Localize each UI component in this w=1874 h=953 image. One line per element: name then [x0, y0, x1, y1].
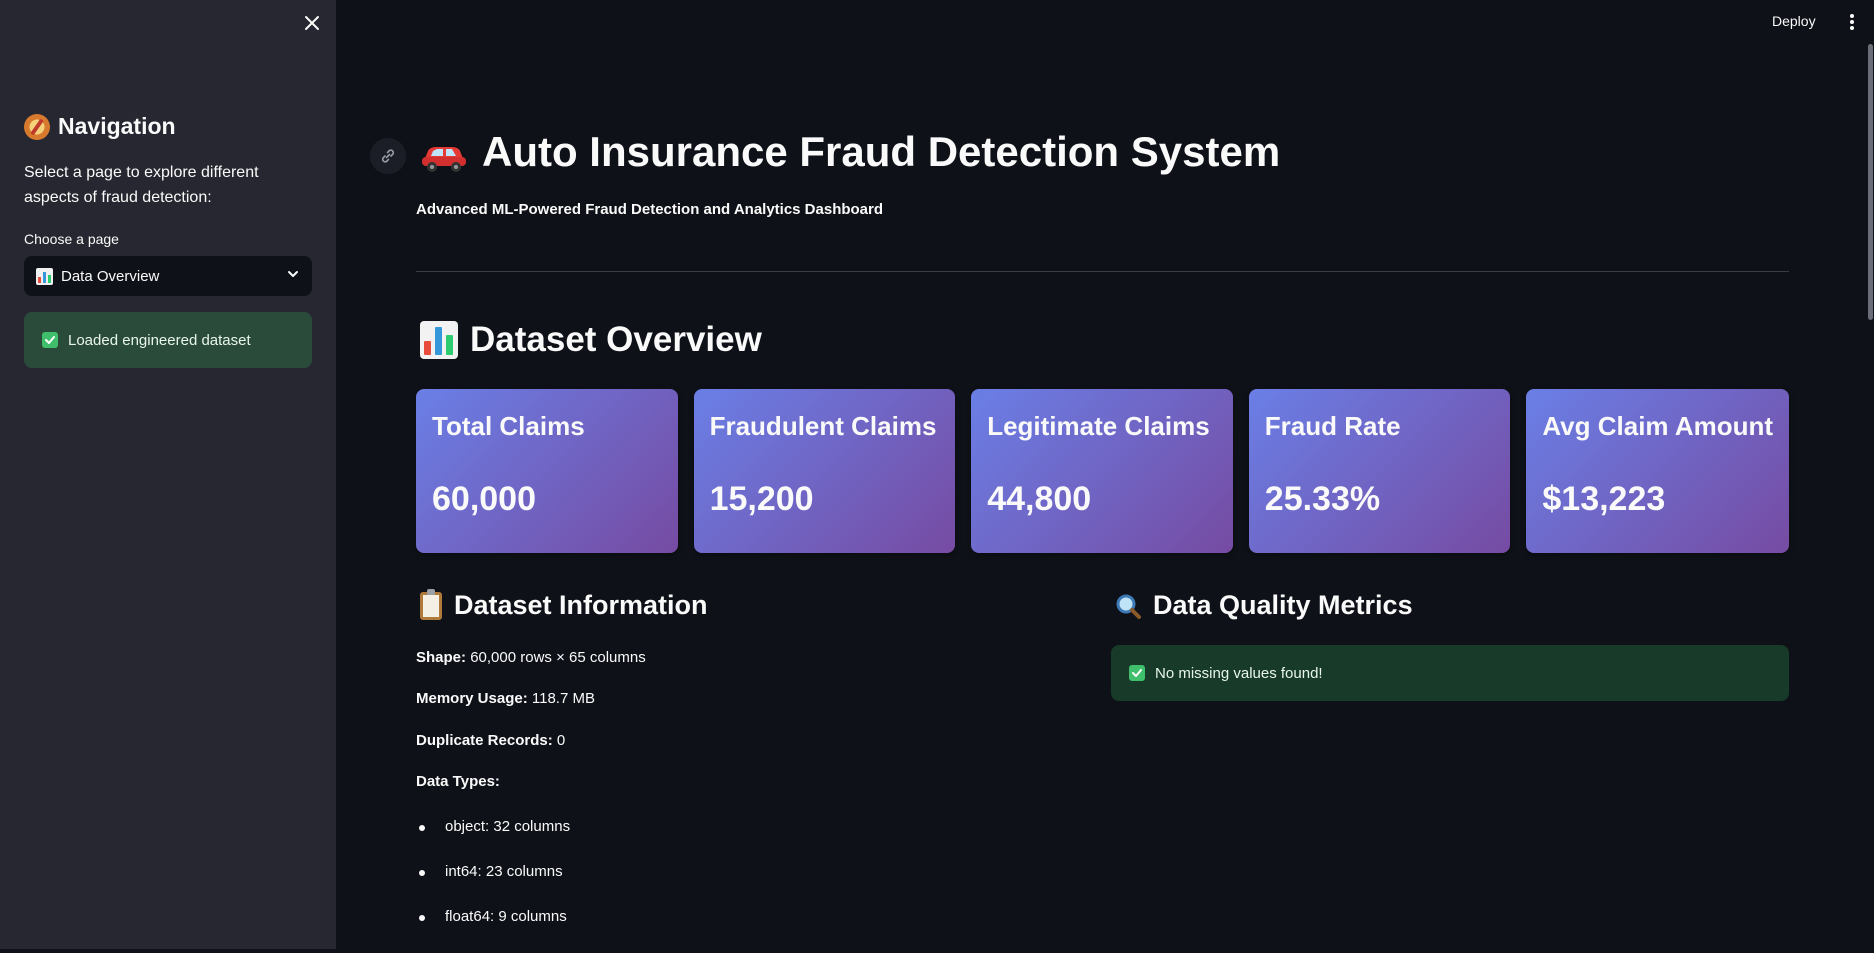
magnifier-icon — [1115, 593, 1141, 619]
bar-chart-icon — [420, 321, 458, 359]
check-icon — [42, 332, 58, 348]
metric-value: $13,223 — [1542, 480, 1666, 518]
types-list: object: 32 columns int64: 23 columns flo… — [416, 818, 570, 953]
list-item: float64: 9 columns — [416, 908, 570, 953]
no-missing-values-text: No missing values found! — [1155, 664, 1323, 682]
chevron-down-icon — [286, 267, 300, 285]
duplicates-line: Duplicate Records: 0 — [416, 732, 565, 749]
metric-value: 15,200 — [709, 480, 814, 518]
car-icon — [420, 135, 468, 172]
deploy-button[interactable]: Deploy — [1772, 13, 1816, 29]
anchor-link-button[interactable] — [370, 138, 406, 174]
page-select[interactable]: Data Overview — [24, 256, 312, 296]
divider — [416, 271, 1789, 272]
duplicates-value: 0 — [556, 732, 566, 749]
dataset-info-heading: Dataset Information — [420, 588, 1096, 621]
memory-label: Memory Usage: — [416, 690, 528, 707]
types-line: Data Types: — [416, 773, 500, 790]
metric-value: 25.33% — [1264, 480, 1381, 518]
metric-value: 44,800 — [987, 480, 1092, 518]
dataset-info-heading-text: Dataset Information — [454, 590, 708, 620]
shape-label: Shape: — [416, 649, 467, 666]
page-select-label: Choose a page — [24, 231, 119, 247]
metrics-row: Total Claims 60,000 Fraudulent Claims 15… — [416, 389, 1790, 553]
metric-label: Fraudulent Claims — [709, 411, 937, 441]
memory-line: Memory Usage: 118.7 MB — [416, 690, 595, 707]
metric-label: Fraud Rate — [1264, 411, 1401, 441]
data-quality-heading-text: Data Quality Metrics — [1153, 590, 1413, 620]
bar-chart-icon — [36, 267, 53, 285]
list-item: object: 32 columns — [416, 818, 570, 863]
metric-label: Total Claims — [432, 411, 585, 441]
sidebar: Navigation Select a page to explore diff… — [0, 0, 336, 949]
close-icon — [305, 16, 319, 30]
close-sidebar-button[interactable] — [300, 11, 324, 35]
metric-card-fraud-rate: Fraud Rate 25.33% — [1248, 389, 1511, 553]
data-quality-section: Data Quality Metrics No missing values f… — [1111, 590, 1789, 701]
metric-value: 60,000 — [432, 480, 536, 518]
list-item: int64: 23 columns — [416, 863, 570, 908]
dataset-info-section: Dataset Information Shape: 60,000 rows ×… — [416, 588, 1096, 925]
metric-label: Legitimate Claims — [987, 411, 1210, 441]
shape-value: 60,000 rows × 65 columns — [470, 649, 646, 666]
duplicates-label: Duplicate Records: — [416, 732, 553, 749]
sidebar-description: Select a page to explore different aspec… — [24, 164, 259, 206]
main-menu-icon[interactable] — [1846, 12, 1858, 32]
metric-card-legitimate-claims: Legitimate Claims 44,800 — [971, 389, 1233, 553]
data-quality-heading: Data Quality Metrics — [1115, 590, 1789, 621]
sidebar-title: Navigation — [24, 113, 176, 140]
types-label: Data Types: — [416, 773, 500, 790]
page-subtitle: Advanced ML-Powered Fraud Detection and … — [416, 201, 884, 218]
page-title: Auto Insurance Fraud Detection System — [420, 128, 1280, 176]
metric-card-fraudulent-claims: Fraudulent Claims 15,200 — [693, 389, 956, 553]
metric-card-avg-claim-amount: Avg Claim Amount $13,223 — [1526, 389, 1790, 553]
metric-label: Avg Claim Amount — [1542, 411, 1774, 441]
dataset-loaded-alert: Loaded engineered dataset — [24, 312, 312, 368]
shape-line: Shape: 60,000 rows × 65 columns — [416, 649, 646, 666]
page-select-value: Data Overview — [61, 267, 160, 285]
overview-heading: Dataset Overview — [420, 320, 762, 360]
compass-icon — [24, 113, 50, 140]
scrollbar[interactable] — [1868, 44, 1873, 320]
dataset-loaded-text: Loaded engineered dataset — [68, 331, 251, 349]
clipboard-icon — [420, 588, 442, 620]
overview-heading-text: Dataset Overview — [470, 320, 762, 359]
sidebar-title-text: Navigation — [58, 113, 176, 139]
page-title-text: Auto Insurance Fraud Detection System — [482, 128, 1281, 175]
memory-value: 118.7 MB — [531, 690, 595, 707]
link-icon — [381, 149, 395, 163]
metric-card-total-claims: Total Claims 60,000 — [416, 389, 678, 553]
no-missing-values-alert: No missing values found! — [1111, 645, 1789, 701]
check-icon — [1129, 665, 1145, 681]
